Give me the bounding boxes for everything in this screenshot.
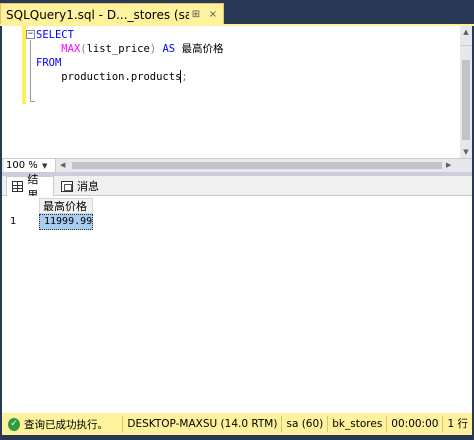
fold-guide-end bbox=[30, 101, 35, 102]
argument: list_price bbox=[86, 43, 150, 55]
code-line-2: MAX(list_price) AS 最高价格 bbox=[36, 42, 223, 56]
fold-guide bbox=[30, 40, 31, 102]
status-rows: 1 行 bbox=[442, 416, 472, 432]
document-tab-title: SQLQuery1.sql - D..._stores (sa (60))* bbox=[6, 8, 189, 22]
function-max: MAX bbox=[61, 43, 81, 55]
collapse-icon[interactable]: − bbox=[26, 30, 35, 39]
scroll-up-icon[interactable]: ▲ bbox=[460, 26, 472, 38]
keyword-as: AS bbox=[162, 43, 176, 55]
code-line-1: SELECT bbox=[36, 28, 74, 42]
column-header[interactable]: 最高价格 bbox=[39, 198, 93, 214]
scroll-down-icon[interactable]: ▼ bbox=[460, 146, 472, 158]
tab-messages-label: 消息 bbox=[77, 180, 99, 193]
results-grid[interactable]: 最高价格 1 11999.99 bbox=[2, 196, 472, 413]
scroll-right-icon[interactable]: ▶ bbox=[446, 159, 451, 172]
code-line-3: FROM bbox=[36, 56, 61, 70]
tab-messages[interactable]: 消息 bbox=[56, 176, 104, 196]
result-cell[interactable]: 11999.99 bbox=[39, 214, 93, 230]
paren-close: ) bbox=[149, 43, 157, 55]
row-number[interactable]: 1 bbox=[6, 214, 39, 230]
semicolon: ; bbox=[181, 71, 188, 83]
status-bar: ✓ 查询已成功执行。 DESKTOP-MAXSU (14.0 RTM) sa (… bbox=[2, 413, 472, 435]
editor-bottom-bar: 100 % ▼ ◀ ▶ bbox=[2, 158, 472, 172]
result-tabs: 结果 消息 bbox=[2, 173, 472, 202]
split-handle[interactable] bbox=[460, 38, 472, 46]
status-login: sa (60) bbox=[281, 416, 327, 432]
pin-icon[interactable]: ⊞ bbox=[189, 8, 203, 22]
close-icon[interactable]: × bbox=[206, 8, 220, 22]
document-tab[interactable]: SQLQuery1.sql - D..._stores (sa (60))* ⊞… bbox=[0, 3, 224, 26]
status-message: 查询已成功执行。 bbox=[24, 418, 109, 431]
code-line-4: production.products; bbox=[36, 70, 188, 84]
messages-icon bbox=[61, 180, 73, 192]
document-tab-strip: SQLQuery1.sql - D..._stores (sa (60))* ⊞… bbox=[0, 0, 474, 26]
editor-vertical-scrollbar[interactable]: ▲ ▼ bbox=[460, 26, 472, 158]
tab-results[interactable]: 结果 bbox=[6, 173, 54, 202]
horizontal-scroll-thumb[interactable] bbox=[72, 162, 442, 169]
success-icon: ✓ bbox=[8, 417, 21, 431]
text-caret bbox=[180, 70, 181, 83]
grid-icon bbox=[12, 181, 24, 192]
keyword-select: SELECT bbox=[36, 29, 74, 41]
scroll-thumb[interactable] bbox=[462, 60, 470, 140]
status-elapsed: 00:00:00 bbox=[386, 416, 442, 432]
query-editor[interactable]: − SELECT MAX(list_price) AS 最高价格 FROM pr… bbox=[2, 26, 472, 158]
window-bottom-edge bbox=[0, 435, 474, 440]
keyword-from: FROM bbox=[36, 57, 62, 69]
status-server: DESKTOP-MAXSU (14.0 RTM) bbox=[122, 416, 281, 432]
status-database: bk_stores bbox=[327, 416, 386, 432]
table-name: production.products bbox=[36, 71, 182, 83]
scroll-left-icon[interactable]: ◀ bbox=[60, 159, 65, 172]
column-alias: 最高价格 bbox=[181, 43, 224, 55]
zoom-value: 100 % bbox=[6, 160, 38, 171]
chevron-down-icon[interactable]: ▼ bbox=[42, 162, 47, 170]
